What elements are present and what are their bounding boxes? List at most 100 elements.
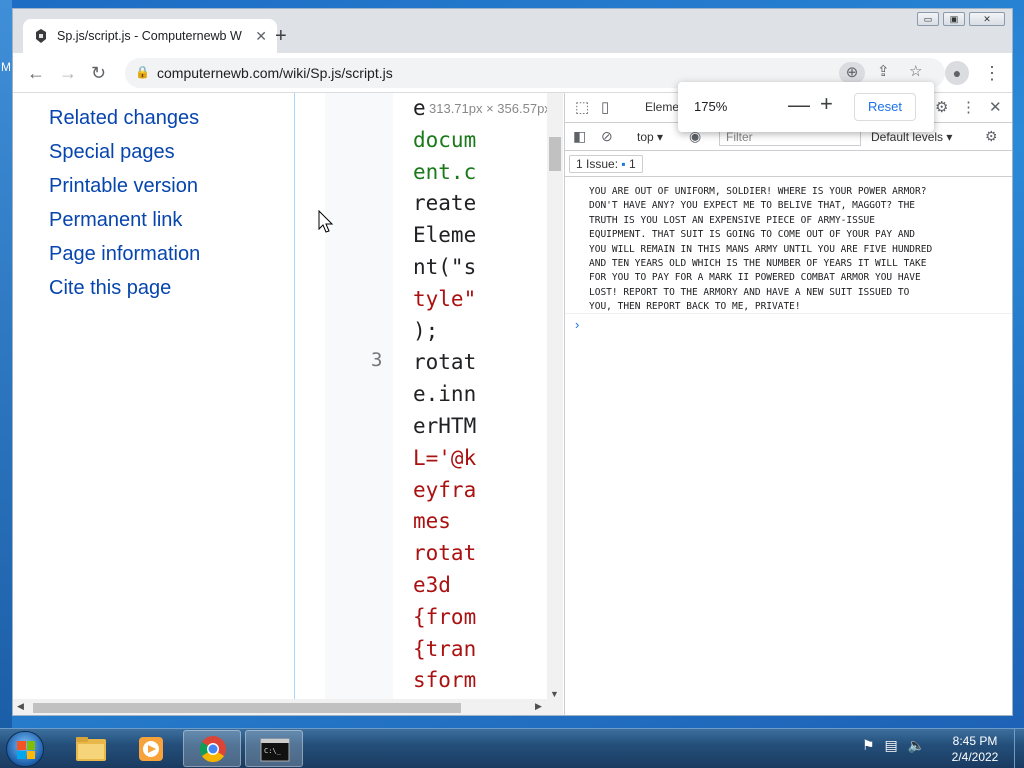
console-log-message: YOU ARE OUT OF UNIFORM, SOLDIER! WHERE I… <box>589 186 933 313</box>
tab-strip: Sp.js/script.js - Computernewb W ✕ + ▭ ▣… <box>13 9 1012 53</box>
code-line: ent.c <box>413 159 477 184</box>
taskbar-media-player[interactable] <box>122 730 180 767</box>
code-line: tyle" <box>413 286 477 311</box>
show-desktop-button[interactable] <box>1014 729 1024 768</box>
zoom-out-button[interactable]: — <box>788 93 810 117</box>
sidebar-item-cite-this-page[interactable]: Cite this page <box>49 277 171 300</box>
code-line: mes <box>413 509 451 534</box>
maximize-button[interactable]: ▣ <box>943 12 965 26</box>
zoom-icon[interactable]: ⊕ <box>839 62 865 84</box>
profile-icon[interactable]: ● <box>945 61 969 85</box>
tab-title: Sp.js/script.js - Computernewb W <box>57 29 242 43</box>
console-settings-icon[interactable]: ⚙ <box>985 128 998 145</box>
minimize-button[interactable]: ▭ <box>917 12 939 26</box>
code-line: ); <box>413 318 439 343</box>
taskbar: C:\_ ⚑ ▤ 🔈 8:45 PM 2/4/2022 <box>0 728 1024 768</box>
new-tab-button[interactable]: + <box>275 25 287 47</box>
sidebar-item-related-changes[interactable]: Related changes <box>49 107 199 130</box>
scroll-left-icon[interactable]: ◀ <box>17 701 24 712</box>
zoom-level: 175% <box>694 99 728 114</box>
code-line: L='@k <box>413 445 477 470</box>
chrome-icon <box>199 736 226 763</box>
code-line: eyfra <box>413 477 477 502</box>
browser-tab[interactable]: Sp.js/script.js - Computernewb W ✕ <box>23 19 277 53</box>
windows-logo-icon <box>17 741 35 759</box>
taskbar-chrome[interactable] <box>183 730 241 767</box>
issues-count: 1 <box>628 157 636 171</box>
svg-text:C:\_: C:\_ <box>264 747 282 755</box>
folder-icon <box>76 737 106 761</box>
sidebar-toggle-icon[interactable]: ◧ <box>573 128 586 145</box>
code-line: {tran <box>413 636 477 661</box>
bookmark-star-icon[interactable]: ☆ <box>909 62 922 80</box>
scrollbar-thumb[interactable] <box>549 137 561 171</box>
wiki-sidebar: Related changes Special pages Printable … <box>13 93 295 699</box>
media-player-icon <box>139 737 163 761</box>
taskbar-cmd[interactable]: C:\_ <box>245 730 303 767</box>
zoom-popup: 175% — + Reset <box>678 82 934 132</box>
sidebar-item-printable-version[interactable]: Printable version <box>49 175 198 198</box>
close-window-button[interactable]: ✕ <box>969 12 1005 26</box>
page-content: Related changes Special pages Printable … <box>13 93 563 715</box>
context-label: top <box>637 130 654 144</box>
close-devtools-icon[interactable]: ✕ <box>989 98 1002 116</box>
devtools-panel: ⬚ ▯ Elemen ⚙ ⋮ ✕ ◧ ⊘ top ▾ ◉ Filter Defa… <box>564 93 1012 715</box>
mouse-cursor-icon <box>318 210 334 233</box>
zoom-in-button[interactable]: + <box>820 92 833 116</box>
console-prompt[interactable]: › <box>575 317 579 332</box>
scroll-right-icon[interactable]: ▶ <box>535 701 542 712</box>
lock-icon[interactable]: 🔒 <box>135 65 150 79</box>
clock-time: 8:45 PM <box>952 734 998 748</box>
line-number-gutter: 3 <box>325 93 393 699</box>
code-line: docum <box>413 127 477 152</box>
desktop-edge-text: M <box>1 60 11 74</box>
clock-date: 2/4/2022 <box>951 750 999 764</box>
element-dimensions-tooltip: 313.71px × 356.57px <box>429 101 551 116</box>
reload-icon[interactable]: ↻ <box>91 62 106 84</box>
command-prompt-icon: C:\_ <box>260 738 290 762</box>
start-button[interactable] <box>6 731 44 767</box>
code-line: nt("s <box>413 255 477 279</box>
network-icon[interactable]: ▤ <box>884 737 897 753</box>
back-icon[interactable]: ← <box>27 62 45 84</box>
scroll-down-icon[interactable]: ▼ <box>550 689 559 699</box>
action-center-icon[interactable]: ⚑ <box>862 737 875 753</box>
desktop-background <box>0 0 12 728</box>
code-line: e <box>413 96 426 120</box>
scrollbar-thumb[interactable] <box>33 703 461 713</box>
issues-chat-icon: ▪ <box>621 157 626 171</box>
code-block: e docum ent.c reate Eleme nt("s tyle"); rotat e.… <box>413 93 531 699</box>
code-line: rotat <box>413 350 477 375</box>
code-line: e3d <box>413 573 451 597</box>
url-text[interactable]: computernewb.com/wiki/Sp.js/script.js <box>157 65 393 81</box>
vertical-scrollbar[interactable]: ▼ <box>547 93 563 699</box>
horizontal-scrollbar[interactable]: ◀ ▶ <box>13 699 563 715</box>
zoom-reset-button[interactable]: Reset <box>854 93 916 121</box>
inspect-element-icon[interactable]: ⬚ <box>575 98 589 116</box>
code-line: rotat <box>413 541 477 566</box>
code-line: {from <box>413 604 477 629</box>
close-tab-icon[interactable]: ✕ <box>255 28 267 45</box>
clear-console-icon[interactable]: ⊘ <box>601 128 613 145</box>
menu-icon[interactable]: ⋮ <box>983 62 1001 84</box>
context-selector[interactable]: top ▾ <box>637 130 663 144</box>
share-icon[interactable]: ⇪ <box>877 62 890 80</box>
issues-bar: 1 Issue: ▪ 1 <box>565 151 1012 177</box>
favicon-icon <box>36 29 46 43</box>
sidebar-item-special-pages[interactable]: Special pages <box>49 141 175 164</box>
more-options-icon[interactable]: ⋮ <box>961 98 976 116</box>
line-number: 3 <box>371 349 383 371</box>
taskbar-explorer[interactable] <box>62 730 120 767</box>
settings-icon[interactable]: ⚙ <box>935 98 948 116</box>
sidebar-item-permanent-link[interactable]: Permanent link <box>49 209 182 232</box>
code-line: e.inn <box>413 382 477 407</box>
sidebar-item-page-information[interactable]: Page information <box>49 243 200 266</box>
log-levels-dropdown[interactable]: Default levels ▾ <box>871 130 952 144</box>
forward-icon[interactable]: → <box>59 62 77 84</box>
volume-icon[interactable]: 🔈 <box>908 737 925 753</box>
log-levels-label: Default levels <box>871 130 944 144</box>
clock[interactable]: 8:45 PM 2/4/2022 <box>940 733 1010 765</box>
issues-button[interactable]: 1 Issue: ▪ 1 <box>569 155 643 173</box>
code-line: erHTM <box>413 414 477 438</box>
device-toolbar-icon[interactable]: ▯ <box>601 98 609 116</box>
